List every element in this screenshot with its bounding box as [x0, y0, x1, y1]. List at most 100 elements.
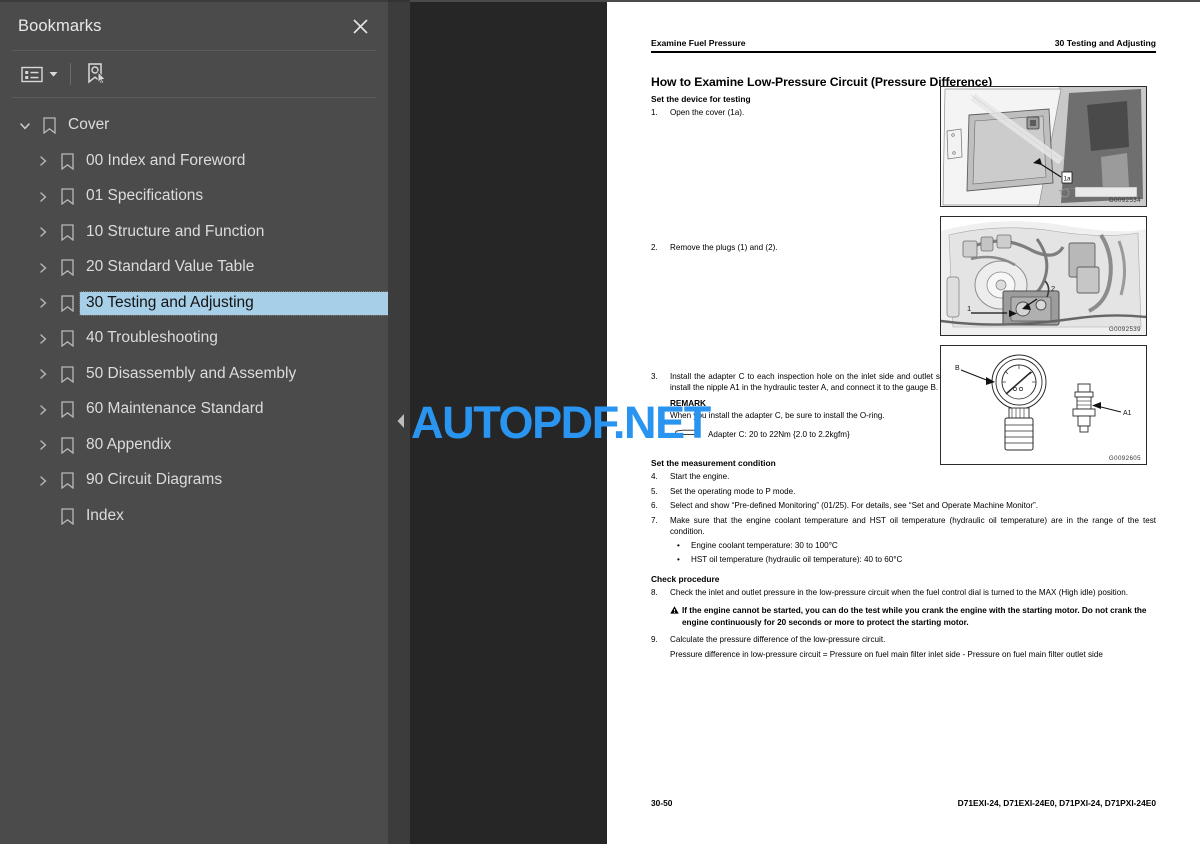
step-number: 6. [651, 501, 658, 511]
bookmark-item[interactable]: 40 Troubleshooting [0, 321, 388, 357]
svg-text:1a: 1a [1063, 175, 1071, 182]
figure-engine-photo: 1 2 G0092539 [940, 216, 1147, 336]
procedure-step: 9. Calculate the pressure difference of … [651, 634, 1156, 645]
figure-column: 1a G0092534 1 2 G0092539 B A1 G0092605 [940, 86, 1147, 474]
bullet-text: Engine coolant temperature: 30 to 100°C [691, 540, 838, 550]
step-number: 2. [651, 243, 658, 253]
bookmark-item[interactable]: Index [0, 499, 388, 535]
chevron-right-icon[interactable] [32, 368, 54, 380]
bookmarks-toolbar [0, 51, 388, 97]
bookmark-icon [54, 472, 80, 490]
warning-triangle-icon [670, 605, 682, 629]
chevron-right-icon[interactable] [32, 333, 54, 345]
chevron-right-icon[interactable] [32, 439, 54, 451]
bookmark-item[interactable]: 50 Disassembly and Assembly [0, 357, 388, 393]
bookmark-icon [54, 366, 80, 383]
equation-text: Pressure difference in low-pressure circ… [670, 650, 1103, 660]
bookmark-label: 60 Maintenance Standard [86, 400, 264, 418]
warning-note: If the engine cannot be started, you can… [651, 605, 1156, 629]
bookmark-item[interactable]: 30 Testing and Adjusting [0, 286, 388, 322]
bookmark-icon [54, 295, 80, 312]
chevron-down-icon[interactable] [46, 59, 60, 89]
chevron-right-icon[interactable] [32, 475, 54, 487]
figure-id: G0092539 [1108, 326, 1141, 333]
list-options-icon[interactable] [18, 59, 46, 89]
step-number: 4. [651, 472, 658, 482]
procedure-step: 8. Check the inlet and outlet pressure i… [651, 587, 1156, 598]
warning-text: If the engine cannot be started, you can… [682, 605, 1147, 627]
step-text: Install the adapter C to each inspection… [670, 371, 953, 393]
procedure-step: 7. Make sure that the engine coolant tem… [651, 515, 1156, 538]
step-number: 9. [651, 634, 658, 644]
figure-id: G0092605 [1108, 455, 1141, 462]
step-text: Select and show “Pre-defined Monitoring”… [670, 501, 1038, 511]
chevron-right-icon[interactable] [32, 297, 54, 309]
bookmark-tree: Cover 00 Index and Foreword 01 Specificati… [0, 98, 388, 844]
step-number: 3. [651, 371, 658, 381]
figure-gauge-diagram: B A1 G0092605 [940, 345, 1147, 465]
bookmark-item[interactable]: 10 Structure and Function [0, 215, 388, 251]
bookmarks-sidebar: Bookmarks Cover 00 Index and Foreword 01… [0, 0, 388, 844]
bookmark-icon [54, 188, 80, 206]
model-list: D71EXI-24, D71EXI-24E0, D71PXI-24, D71PX… [957, 798, 1156, 808]
bullet-item: • Engine coolant temperature: 30 to 100°… [651, 540, 1156, 552]
bookmark-icon [54, 153, 80, 170]
bookmark-item[interactable]: 60 Maintenance Standard [0, 392, 388, 428]
bookmarks-header: Bookmarks [0, 2, 388, 50]
figure-id: G0092534 [1108, 197, 1141, 204]
procedure-step: 5. Set the operating mode to P mode. [651, 486, 1156, 497]
bookmark-label: 40 Troubleshooting [86, 329, 218, 347]
running-header-left: Examine Fuel Pressure [651, 38, 746, 48]
bookmark-label: 01 Specifications [86, 187, 204, 205]
pdf-page[interactable]: Examine Fuel Pressure 30 Testing and Adj… [607, 0, 1200, 844]
bookmark-label: Index [86, 506, 124, 524]
torque-wrench-icon [674, 428, 700, 440]
bookmark-item[interactable]: 00 Index and Foreword [0, 144, 388, 180]
chevron-right-icon[interactable] [32, 404, 54, 416]
subheading-check-procedure: Check procedure [651, 574, 720, 585]
bullet-icon: • [677, 540, 680, 550]
bookmark-label: 80 Appendix [86, 435, 172, 453]
bookmark-icon [36, 117, 62, 135]
step-text: Check the inlet and outlet pressure in t… [670, 588, 1128, 598]
page-footer: 30-50 D71EXI-24, D71EXI-24E0, D71PXI-24,… [651, 798, 1156, 808]
bookmark-icon [54, 508, 80, 525]
step-text: Make sure that the engine coolant temper… [670, 515, 1156, 537]
bullet-item: • HST oil temperature (hydraulic oil tem… [651, 554, 1156, 566]
bookmark-item[interactable]: Cover [0, 108, 388, 144]
figure3-callout-a1: A1 [1123, 410, 1132, 417]
remark-text: When you install the adapter C, be sure … [670, 410, 885, 420]
step-number: 5. [651, 486, 658, 496]
step-text: Calculate the pressure difference of the… [670, 634, 886, 644]
figure3-callout-b: B [955, 365, 960, 372]
chevron-right-icon[interactable] [32, 226, 54, 238]
chevron-right-icon[interactable] [32, 262, 54, 274]
chevron-right-icon[interactable] [32, 155, 54, 167]
bookmark-icon [54, 330, 80, 348]
step-number: 7. [651, 515, 658, 525]
bookmark-label: 50 Disassembly and Assembly [86, 364, 297, 382]
bullet-text: HST oil temperature (hydraulic oil tempe… [691, 554, 903, 564]
bookmark-icon [54, 259, 80, 277]
bookmark-label: 00 Index and Foreword [86, 151, 246, 169]
bookmark-item[interactable]: 80 Appendix [0, 428, 388, 464]
viewer-background-left [397, 0, 607, 844]
chevron-right-icon[interactable] [32, 191, 54, 203]
step-number: 8. [651, 588, 658, 598]
chevron-down-icon[interactable] [14, 120, 36, 132]
bookmark-item[interactable]: 20 Standard Value Table [0, 250, 388, 286]
figure-cover-photo: 1a G0092534 [940, 86, 1147, 207]
bookmark-icon [54, 437, 80, 454]
bullet-icon: • [677, 554, 680, 564]
procedure-step: 6. Select and show “Pre-defined Monitori… [651, 500, 1156, 511]
bookmark-icon [54, 224, 80, 241]
close-icon[interactable] [346, 12, 374, 40]
bookmark-label: 30 Testing and Adjusting [79, 290, 388, 316]
chevron-left-icon[interactable] [394, 408, 408, 434]
bookmark-item[interactable]: 90 Circuit Diagrams [0, 463, 388, 499]
bookmark-item[interactable]: 01 Specifications [0, 179, 388, 215]
step-number: 1. [651, 108, 658, 117]
bookmark-icon [54, 401, 80, 419]
bookmark-label: 20 Standard Value Table [86, 258, 255, 276]
new-bookmark-icon[interactable] [81, 59, 111, 89]
